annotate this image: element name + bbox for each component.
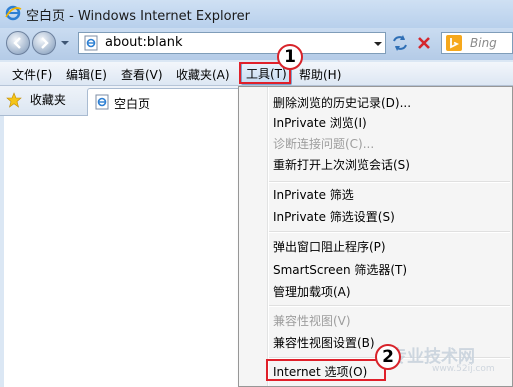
watermark-url: www.52ij.com [432,364,495,374]
step-1-callout: 1 [277,44,303,70]
menu-item-diagnose-connection: 诊断连接问题(C)... [273,137,375,151]
menu-help[interactable]: 帮助(H) [299,66,341,83]
window-title: 空白页 - Windows Internet Explorer [26,9,250,24]
menu-item-inprivate-filtering-settings[interactable]: InPrivate 筛选设置(S) [273,208,395,225]
menu-item-smartscreen-filter[interactable]: SmartScreen 筛选器(T) [273,261,407,278]
tab-label: 空白页 [114,97,151,111]
refresh-icon[interactable] [390,33,410,53]
favorites-button[interactable]: 收藏夹 [6,91,66,111]
title-bar: 空白页 - Windows Internet Explorer [0,0,513,28]
menu-item-compatibility-view: 兼容性视图(V) [273,314,351,328]
search-placeholder: Bing [470,36,497,50]
menu-item-inprivate-browsing[interactable]: InPrivate 浏览(I) [273,114,367,131]
menu-favorites[interactable]: 收藏夹(A) [176,66,230,83]
menu-item-manage-addons[interactable]: 管理加载项(A) [273,283,351,300]
bing-icon [446,35,462,51]
menu-item-reopen-session[interactable]: 重新打开上次浏览会话(S) [273,156,410,173]
menu-view[interactable]: 查看(V) [121,66,163,83]
forward-button[interactable] [32,31,56,55]
address-dropdown-icon[interactable] [373,39,383,49]
menu-item-popup-blocker[interactable]: 弹出窗口阻止程序(P) [273,238,386,255]
search-box[interactable]: Bing [441,32,513,54]
menu-separator [269,181,510,183]
recent-pages-dropdown-icon[interactable] [60,37,70,49]
ie-logo-icon [5,5,22,21]
page-icon [95,94,109,110]
page-icon [84,35,98,51]
address-input[interactable]: about:blank [105,35,183,50]
step-2-callout: 2 [375,344,401,370]
star-icon [6,91,22,108]
back-arrow-icon [13,37,21,49]
menu-separator [269,231,510,233]
favorites-label: 收藏夹 [29,93,66,107]
internet-options-highlight-box [266,359,386,381]
menu-edit[interactable]: 编辑(E) [66,66,107,83]
stop-icon[interactable] [414,33,434,53]
tab-blank-page[interactable]: 空白页 [87,88,247,116]
address-bar[interactable]: about:blank [78,32,386,54]
menu-item-compatibility-view-settings[interactable]: 兼容性视图设置(B) [273,334,375,351]
menu-separator [269,305,510,307]
navigation-bar: about:blank Bing [0,28,513,60]
menu-gutter [267,87,269,386]
menu-item-delete-history[interactable]: 删除浏览的历史记录(D)... [273,94,411,111]
menu-item-inprivate-filtering[interactable]: InPrivate 筛选 [273,186,354,203]
menu-file[interactable]: 文件(F) [12,66,52,83]
back-button[interactable] [6,31,30,55]
forward-arrow-icon [41,37,49,49]
